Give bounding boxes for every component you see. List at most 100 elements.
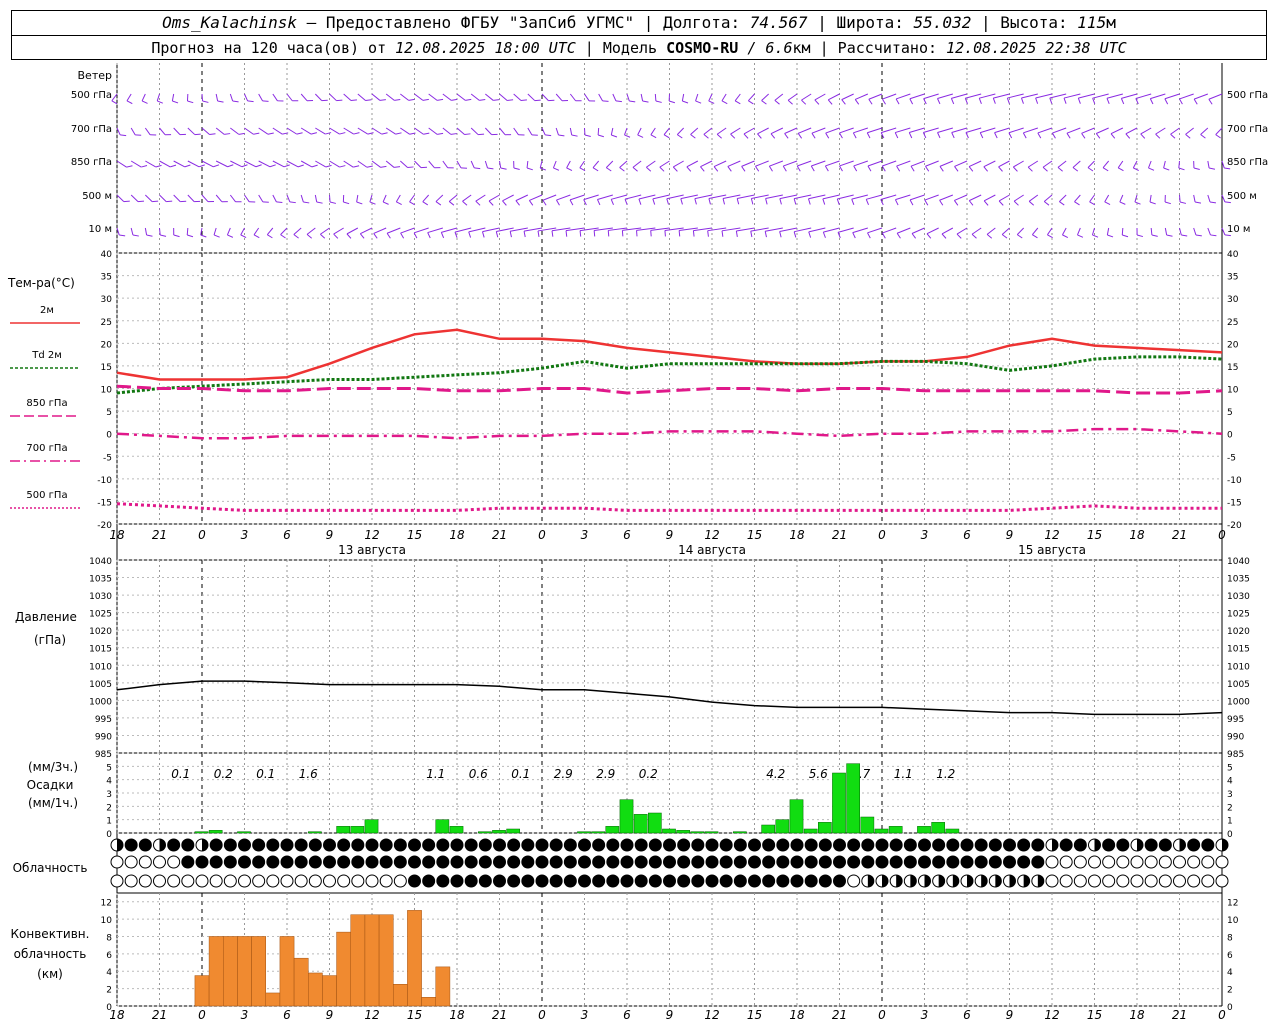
wind-barb-feather [488,200,494,206]
pressure-unit: (гПа) [34,633,66,647]
wind-barb-feather [213,234,220,238]
wind-barb-feather [1194,201,1202,204]
meteogram: Ветер 500 гПа 500 гПа 700 гПа 700 гПа 850 гПа… [7,63,1268,1022]
cloud-cover-fill [210,856,223,868]
wind-barb-feather [1028,200,1035,206]
wind-barb [371,160,381,168]
cloud-cover-fill [720,875,733,887]
precip-3h-total: 0.1 [256,767,275,781]
wind-barb-feather [400,232,405,239]
conv-cloud-bar [336,931,352,1007]
wind-barb-feather [293,234,299,239]
wind-barb-feather [734,100,741,105]
wind-barb-feather [187,100,194,104]
wind-barb [400,227,415,234]
hour-label-bottom: 21 [152,1008,167,1022]
wind-barb [272,160,285,168]
wind-barb [201,194,209,203]
wind-barb [770,127,784,135]
wind-barb-feather [200,234,207,238]
wind-barb [851,194,868,200]
wind-barb [346,227,359,235]
wind-barb [998,160,1010,168]
temp-legend-label: Td 2м [31,350,62,361]
wind-barb-feather [369,201,376,205]
wind-barb-feather [606,167,612,172]
wind-barb [229,93,234,102]
wind-barb-feather [968,200,974,206]
precip-3h-total: 1.6 [299,767,318,781]
wind-barb-feather [867,165,872,172]
wind-barb [306,227,316,235]
cloud-cover-fill [465,839,478,851]
cloud-cover-fill [975,839,988,851]
wind-barb [144,194,153,202]
cloud-cover-fill [1037,875,1044,887]
wind-barb [1066,127,1081,134]
wind-barb [910,160,925,167]
cloud-cover-fill [606,856,619,868]
wind-barb [502,194,514,202]
wind-barb [1170,127,1180,135]
cloud-cover-fill [436,856,449,868]
wind-barb-feather [827,99,833,105]
wind-barb [941,227,954,235]
precip-bar [492,830,506,834]
cloud-cover-fill [649,875,662,887]
cloud-cover-fill [507,839,520,851]
wind-barb-feather [1043,201,1050,206]
conv-tick-left: 10 [101,916,113,926]
wind-barb-feather [1035,97,1039,104]
cloud-cover-fill [952,875,959,887]
wind-barb-feather [240,234,247,238]
wind-barb-feather [280,234,286,239]
precip-bar [690,831,705,834]
hour-label-top: 0 [878,528,886,542]
wind-barb-feather [755,165,760,172]
cloud-cover-fill [706,839,718,851]
cloud-cover-fill [748,856,761,868]
wind-barb-feather [956,233,962,239]
wind-barb-feather [748,100,754,105]
wind-barb [808,194,826,200]
wind-barb [130,127,136,136]
cloud-cover-fill [635,856,648,868]
wind-barb-feather [825,132,830,139]
cloud-cover-fill [323,856,336,868]
wind-barb [983,194,996,202]
cloud-cover-fill [819,856,832,868]
wind-barb [414,160,422,168]
wind-barb-feather [994,132,998,139]
conv-cloud-bar [364,914,380,1007]
wind-barb [1164,227,1168,236]
wind-barb-feather [187,234,194,238]
cloud-cover-fill [734,875,747,887]
precip-bar [846,763,860,834]
wind-barb [925,160,939,167]
wind-barb-feather [353,165,360,168]
wind-barb [272,194,277,203]
cloud-cover-fill [876,856,888,868]
pressure-tick-left: 1035 [89,575,112,585]
wind-barb [253,227,260,236]
cloud-cover-symbol [379,874,393,888]
wind-barb-feather [637,134,644,138]
wind-barb-feather [853,165,858,172]
wind-barb [787,93,798,101]
wind-barb-feather [998,166,1003,172]
wind-barb-feather [721,100,728,105]
temp-series-line [116,384,1223,395]
wind-barb [579,160,585,169]
wind-barb-feather [954,166,959,172]
wind-barb [811,160,826,167]
wind-barb-feather [407,166,414,169]
pressure-tick-left: 985 [95,750,112,760]
wind-barb [808,227,826,233]
wind-barb-feather [596,199,601,206]
cloud-cover-fill [847,839,860,851]
cloud-cover-symbol [1173,855,1186,869]
wind-barb-feather [708,100,715,104]
hour-label-bottom: 21 [1172,1008,1187,1022]
cloud-cover-symbol [1187,874,1201,888]
wind-barb-feather [1063,97,1067,104]
